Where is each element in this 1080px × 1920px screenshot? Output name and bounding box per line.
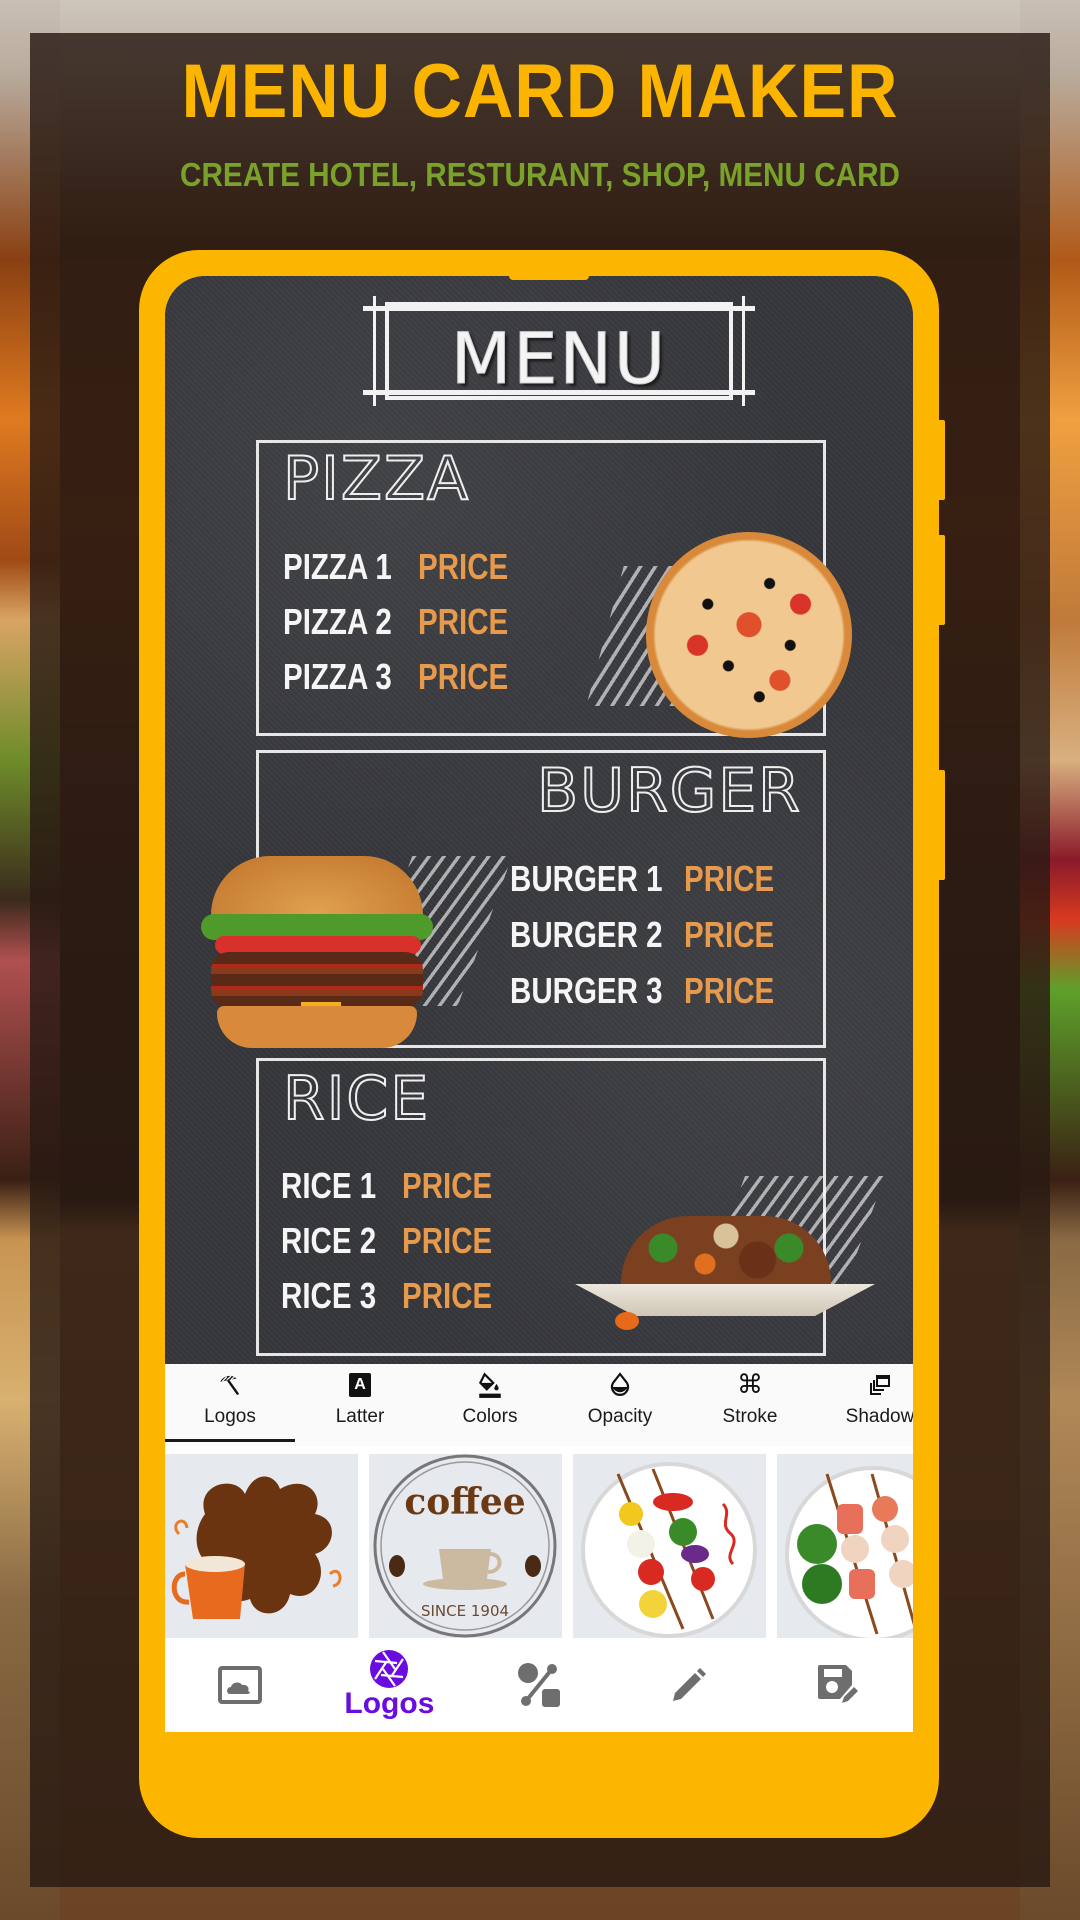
tab-label: Latter (335, 1406, 385, 1427)
menu-heading: MENU (450, 318, 668, 401)
nav-edit[interactable] (629, 1665, 749, 1705)
nav-background-image[interactable] (180, 1666, 300, 1704)
tab-logos[interactable]: Logos (165, 1364, 295, 1446)
logo-thumb-veggie-skewer[interactable] (573, 1454, 766, 1638)
menu-item-name: PIZZA 1 (283, 546, 392, 587)
pencil-icon (669, 1665, 709, 1705)
menu-item-name: BURGER 2 (510, 914, 663, 955)
rice-carrot (615, 1312, 639, 1330)
promo-subtitle: CREATE HOTEL, RESTURANT, SHOP, MENU CARD (180, 156, 900, 193)
coffee-splash-illustration (171, 1476, 342, 1619)
promo-title: MENU CARD MAKER (181, 49, 899, 134)
nav-shapes[interactable] (479, 1661, 599, 1709)
tab-label: Stroke (722, 1406, 778, 1427)
letter-a-icon: A (349, 1370, 371, 1400)
nav-label-logos: Logos (344, 1687, 435, 1720)
phone-side-button (937, 770, 945, 880)
menu-heading-banner: MENU (363, 296, 755, 406)
nav-save[interactable] (778, 1663, 898, 1707)
tab-label: Opacity (587, 1406, 653, 1427)
pizza-image[interactable] (646, 532, 852, 738)
burger-patty (211, 952, 423, 1008)
menu-item-price: PRICE (402, 1165, 493, 1206)
phone-power-button (937, 535, 945, 625)
tab-label: Logos (204, 1406, 256, 1427)
section-title-pizza: PIZZA (282, 443, 471, 515)
bottom-navigation: Logos (165, 1638, 913, 1732)
save-edit-icon (816, 1663, 860, 1707)
paint-bucket-icon (477, 1370, 503, 1400)
tab-label: Colors (462, 1406, 518, 1427)
section-title-burger: BURGER (536, 755, 802, 827)
meat-skewer-illustration (785, 1466, 913, 1638)
logo-thumb-coffee-splash[interactable] (165, 1454, 358, 1638)
menu-item-price: PRICE (418, 601, 509, 642)
tab-label: Shadow (845, 1406, 913, 1427)
image-icon (217, 1666, 262, 1704)
shapes-icon (516, 1661, 562, 1709)
tab-opacity[interactable]: Opacity (555, 1364, 685, 1446)
aperture-icon (369, 1649, 409, 1689)
coffee-badge-title: coffee (404, 1481, 525, 1523)
menu-item-price: PRICE (684, 970, 775, 1011)
menu-item-name: BURGER 1 (510, 858, 663, 899)
menu-item-price: PRICE (402, 1275, 493, 1316)
tab-stroke[interactable]: ⌘ Stroke (685, 1364, 815, 1446)
menu-card-canvas[interactable]: MENU PIZZA PIZZA 1 PRICE PIZZA 2 PRICE P… (165, 276, 913, 1364)
logo-thumbnail-strip[interactable]: coffee SINCE 1904 (165, 1446, 913, 1638)
menu-item-price: PRICE (418, 546, 509, 587)
tab-shadow[interactable]: Shadow (815, 1364, 913, 1446)
phone-screen: MENU PIZZA PIZZA 1 PRICE PIZZA 2 PRICE P… (165, 276, 913, 1732)
menu-item-price: PRICE (402, 1220, 493, 1261)
command-icon: ⌘ (737, 1370, 763, 1400)
editor-tab-bar: Logos A Latter Colors Opacity ⌘ Stroke S… (165, 1364, 913, 1446)
menu-item-price: PRICE (684, 914, 775, 955)
veggie-skewer-illustration (581, 1462, 757, 1638)
menu-item-price: PRICE (418, 656, 509, 697)
logo-thumb-meat-skewer[interactable] (777, 1454, 913, 1638)
opacity-drop-icon (609, 1370, 631, 1400)
beach-umbrella-icon (217, 1370, 243, 1400)
menu-item-name: RICE 2 (281, 1220, 377, 1261)
menu-item-price: PRICE (684, 858, 775, 899)
tab-colors[interactable]: Colors (425, 1364, 555, 1446)
layers-icon (868, 1370, 892, 1400)
logo-thumb-coffee-badge[interactable]: coffee SINCE 1904 (369, 1454, 562, 1638)
section-title-rice: RICE (282, 1063, 431, 1135)
burger-image[interactable] (201, 856, 433, 1052)
menu-item-name: PIZZA 3 (283, 656, 392, 697)
menu-item-name: RICE 3 (281, 1275, 377, 1316)
nav-logos[interactable]: Logos (329, 1649, 449, 1721)
phone-notch (509, 276, 589, 280)
menu-item-name: PIZZA 2 (283, 601, 392, 642)
menu-item-name: BURGER 3 (510, 970, 663, 1011)
tab-latter[interactable]: A Latter (295, 1364, 425, 1446)
coffee-badge-since: SINCE 1904 (421, 1602, 509, 1620)
phone-mockup: MENU PIZZA PIZZA 1 PRICE PIZZA 2 PRICE P… (139, 250, 945, 1838)
burger-bun-bottom (217, 1006, 417, 1048)
rice-bowl-image[interactable] (575, 1206, 875, 1346)
letter-a-glyph: A (349, 1373, 371, 1397)
menu-item-name: RICE 1 (281, 1165, 377, 1206)
phone-volume-button (937, 420, 945, 500)
coffee-badge-illustration: coffee SINCE 1904 (373, 1454, 557, 1638)
